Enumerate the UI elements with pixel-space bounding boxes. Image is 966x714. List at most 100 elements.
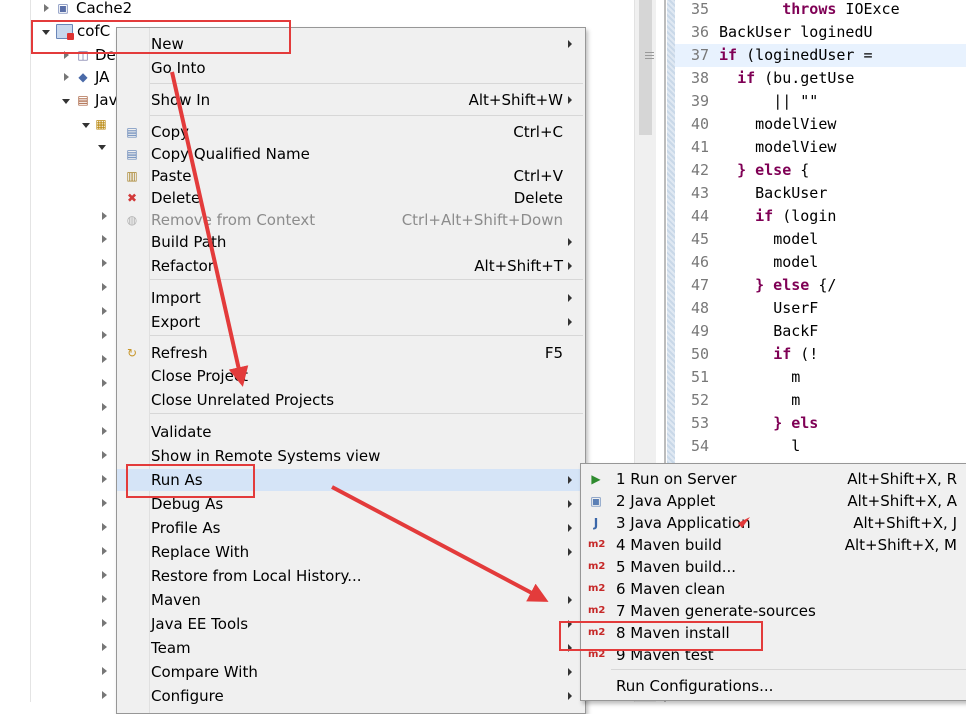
tree-expander-closed-icon[interactable]	[102, 451, 107, 459]
submenu-arrow-icon	[568, 238, 572, 246]
run-as-item-1-run-on-server[interactable]: ▶ 1 Run on Server Alt+Shift+X, R	[581, 468, 966, 490]
menu-item-export[interactable]: Export	[117, 311, 583, 333]
menu-item-refactor[interactable]: Refactor Alt+Shift+T	[117, 255, 583, 277]
tree-expander-closed-icon[interactable]	[102, 212, 107, 220]
code-line[interactable]: 49 BackF	[675, 320, 966, 343]
tree-expander-closed-icon[interactable]	[102, 523, 107, 531]
code-line[interactable]: 54 l	[675, 435, 966, 458]
menu-item-java-ee-tools[interactable]: Java EE Tools	[117, 613, 583, 635]
code-line[interactable]: 51 m	[675, 366, 966, 389]
code-line[interactable]: 52 m	[675, 389, 966, 412]
remove-context-icon: ◍	[126, 213, 138, 227]
menu-item-compare-with[interactable]: Compare With	[117, 661, 583, 683]
menu-item-profile-as[interactable]: Profile As	[117, 517, 583, 539]
code-line[interactable]: 39 || ""	[675, 90, 966, 113]
code-line[interactable]: 42 } else {	[675, 159, 966, 182]
menu-item-validate[interactable]: Validate	[117, 421, 583, 443]
line-number: 38	[690, 69, 709, 87]
run-as-item-4-maven-build[interactable]: m2 4 Maven build Alt+Shift+X, M	[581, 534, 966, 556]
code-line[interactable]: 48 UserF	[675, 297, 966, 320]
tree-expander-open-icon[interactable]	[62, 99, 70, 104]
code-line[interactable]: 46 model	[675, 251, 966, 274]
tree-expander-closed-icon[interactable]	[102, 571, 107, 579]
menu-item-label: Build Path	[151, 233, 227, 251]
menu-item-refresh[interactable]: ↻ Refresh F5	[117, 342, 583, 364]
tree-expander-closed-icon[interactable]	[102, 499, 107, 507]
menu-item-team[interactable]: Team	[117, 637, 583, 659]
tree-expander-closed-icon[interactable]	[102, 307, 107, 315]
code-line[interactable]: 50 if (!	[675, 343, 966, 366]
menu-item-copy[interactable]: ▤ Copy Ctrl+C	[117, 121, 583, 143]
tree-item-cache2[interactable]: ▣ Cache2	[0, 0, 300, 19]
menu-item-paste[interactable]: ▥ Paste Ctrl+V	[117, 165, 583, 187]
tree-expander-closed-icon[interactable]	[102, 403, 107, 411]
tree-expander-closed-icon[interactable]	[102, 235, 107, 243]
tree-expander-closed-icon[interactable]	[102, 595, 107, 603]
code-line[interactable]: 40 modelView	[675, 113, 966, 136]
tree-expander-closed-icon[interactable]	[102, 259, 107, 267]
tree-expander-open-icon[interactable]	[82, 123, 90, 128]
menu-item-close-project[interactable]: Close Project	[117, 365, 583, 387]
menu-item-replace-with[interactable]: Replace With	[117, 541, 583, 563]
menu-item-copy-qualified-name[interactable]: ▤ Copy Qualified Name	[117, 143, 583, 165]
code-line[interactable]: 35 throws IOExce	[675, 0, 966, 21]
menu-item-restore-from-local-history[interactable]: Restore from Local History...	[117, 565, 583, 587]
scrollbar-grip	[645, 52, 654, 53]
menu-item-maven[interactable]: Maven	[117, 589, 583, 611]
menu-item-close-unrelated-projects[interactable]: Close Unrelated Projects	[117, 389, 583, 411]
tree-expander-closed-icon[interactable]	[102, 379, 107, 387]
tree-expander-closed-icon[interactable]	[102, 475, 107, 483]
line-number: 52	[690, 391, 709, 409]
tree-item-src[interactable]: ▦	[80, 113, 120, 135]
tree-expander-closed-icon[interactable]	[102, 643, 107, 651]
tree-expander-closed-icon[interactable]	[102, 547, 107, 555]
menu-item-import[interactable]: Import	[117, 287, 583, 309]
code-line[interactable]: 47 } else {/	[675, 274, 966, 297]
tree-expander-open-icon[interactable]	[98, 145, 106, 150]
code-text: BackUser loginedU	[719, 23, 873, 41]
run-as-item-5-maven-build-dialog[interactable]: m2 5 Maven build...	[581, 556, 966, 578]
menu-item-remove-from-context[interactable]: ◍ Remove from Context Ctrl+Alt+Shift+Down	[117, 209, 583, 231]
tree-expander-closed-icon[interactable]	[102, 691, 107, 699]
run-as-item-6-maven-clean[interactable]: m2 6 Maven clean	[581, 578, 966, 600]
tree-expander-closed-icon[interactable]	[102, 667, 107, 675]
tree-expander-closed-icon[interactable]	[44, 4, 49, 12]
menu-item-show-in[interactable]: Show In Alt+Shift+W	[117, 89, 583, 111]
tree-expander-closed-icon[interactable]	[64, 73, 69, 81]
code-line[interactable]: 44 if (login	[675, 205, 966, 228]
run-as-item-2-java-applet[interactable]: ▣ 2 Java Applet Alt+Shift+X, A	[581, 490, 966, 512]
menu-item-build-path[interactable]: Build Path	[117, 231, 583, 253]
tree-expander-closed-icon[interactable]	[102, 619, 107, 627]
code-line[interactable]: 53 } els	[675, 412, 966, 435]
code-keyword: } else	[755, 276, 810, 294]
menu-item-delete[interactable]: ✖ Delete Delete	[117, 187, 583, 209]
code-line[interactable]: 37 if (loginedUser =	[675, 44, 966, 67]
menu-item-configure[interactable]: Configure	[117, 685, 583, 707]
run-as-item-run-configurations-dialog[interactable]: Run Configurations...	[581, 675, 966, 697]
java-app-icon: J	[593, 516, 599, 530]
code-line[interactable]: 41 modelView	[675, 136, 966, 159]
code-line[interactable]: 36 BackUser loginedU	[675, 21, 966, 44]
submenu-arrow-icon	[568, 40, 572, 48]
tree-expander-closed-icon[interactable]	[102, 283, 107, 291]
line-number: 50	[690, 345, 709, 363]
tree-expander-closed-icon[interactable]	[102, 427, 107, 435]
menu-item-label: Replace With	[151, 543, 250, 561]
run-as-item-7-maven-generate-sources[interactable]: m2 7 Maven generate-sources	[581, 600, 966, 622]
line-number: 41	[690, 138, 709, 156]
submenu-arrow-icon	[568, 476, 572, 484]
code-line[interactable]: 38 if (bu.getUse	[675, 67, 966, 90]
code-line[interactable]: 43 BackUser	[675, 182, 966, 205]
code-text: BackUser	[755, 184, 828, 202]
run-as-item-3-java-application[interactable]: J 3 Java Application Alt+Shift+X, J	[581, 512, 966, 534]
tree-item-package[interactable]	[96, 135, 116, 157]
menu-item-go-into[interactable]: Go Into	[117, 57, 583, 79]
code-line[interactable]: 45 model	[675, 228, 966, 251]
menu-item-label: Compare With	[151, 663, 258, 681]
line-number: 47	[690, 276, 709, 294]
menu-item-shortcut: Alt+Shift+X, R	[847, 470, 957, 488]
tree-expander-closed-icon[interactable]	[102, 331, 107, 339]
scrollbar-thumb[interactable]	[639, 0, 654, 135]
delete-icon: ✖	[126, 191, 138, 205]
tree-expander-closed-icon[interactable]	[102, 355, 107, 363]
